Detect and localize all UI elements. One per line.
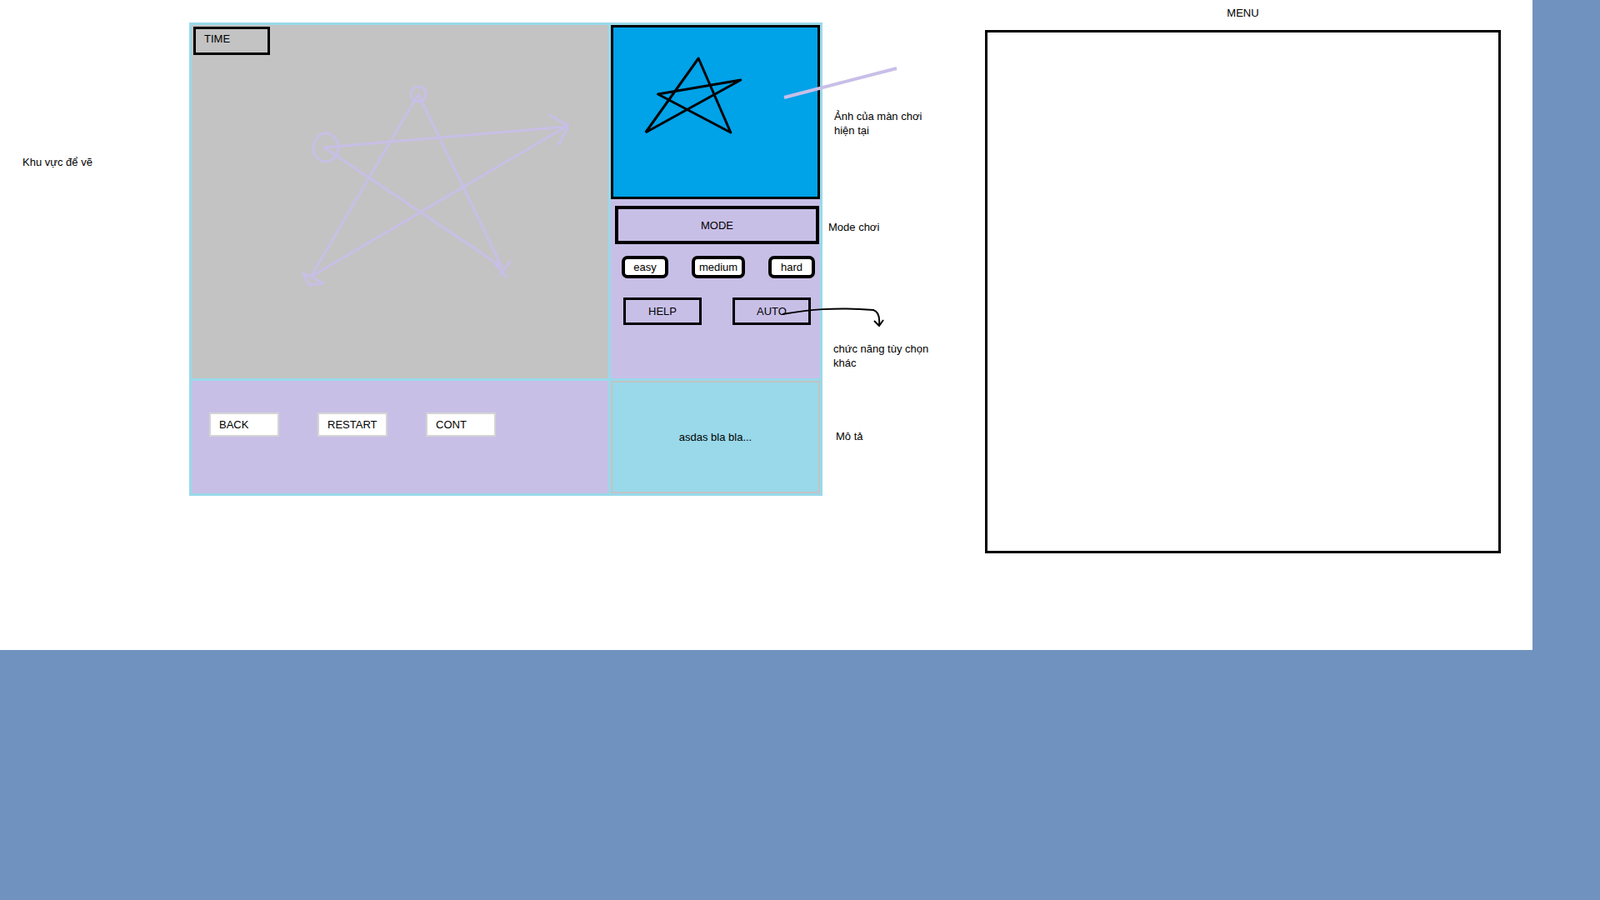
option-button[interactable]: HELP — [623, 297, 702, 325]
level-button[interactable]: medium — [691, 255, 745, 279]
annotation-label: Ảnh của màn chơi hiện tại — [834, 109, 933, 138]
control-button[interactable]: CONT — [425, 412, 496, 437]
annotation-label: Mô tả — [835, 429, 864, 444]
level-button[interactable]: easy — [621, 255, 669, 279]
level-preview — [610, 25, 820, 200]
annotation-label: Mode chơi — [828, 220, 880, 235]
star-scribble-icon — [191, 25, 609, 379]
annotation-label: chức năng tùy chọn khác — [833, 341, 940, 370]
level-row: easy medium hard — [610, 244, 820, 279]
level-button[interactable]: hard — [768, 255, 815, 279]
menu: MENU — [985, 5, 1501, 554]
star-icon — [613, 27, 818, 197]
annotation-label: Khu vực để vẽ — [22, 155, 93, 170]
menu-box — [985, 30, 1501, 554]
control-button[interactable]: BACK — [209, 412, 280, 437]
control-button[interactable]: RESTART — [317, 412, 388, 437]
description: asdas bla bla... — [610, 380, 820, 494]
drawing-area[interactable]: TIME — [191, 25, 609, 379]
option-button[interactable]: AUTO — [732, 297, 811, 325]
option-row: HELP AUTO — [610, 278, 820, 325]
mode-header: MODE — [615, 205, 820, 245]
screen: TIME MODE easy medium hard HELP AUTO BACK RESTAR… — [0, 0, 1600, 900]
side-panel: MODE easy medium hard HELP AUTO — [610, 25, 820, 379]
game-panel: TIME MODE easy medium hard HELP AUTO BACK RESTAR… — [189, 22, 823, 496]
timer: TIME — [193, 26, 270, 55]
wireframe-sheet: TIME MODE easy medium hard HELP AUTO BACK RESTAR… — [0, 0, 1533, 650]
controls-panel: BACK RESTART CONT — [191, 380, 609, 494]
annotation-connectors-icon — [0, 0, 1533, 650]
menu-title: MENU — [1226, 5, 1259, 22]
